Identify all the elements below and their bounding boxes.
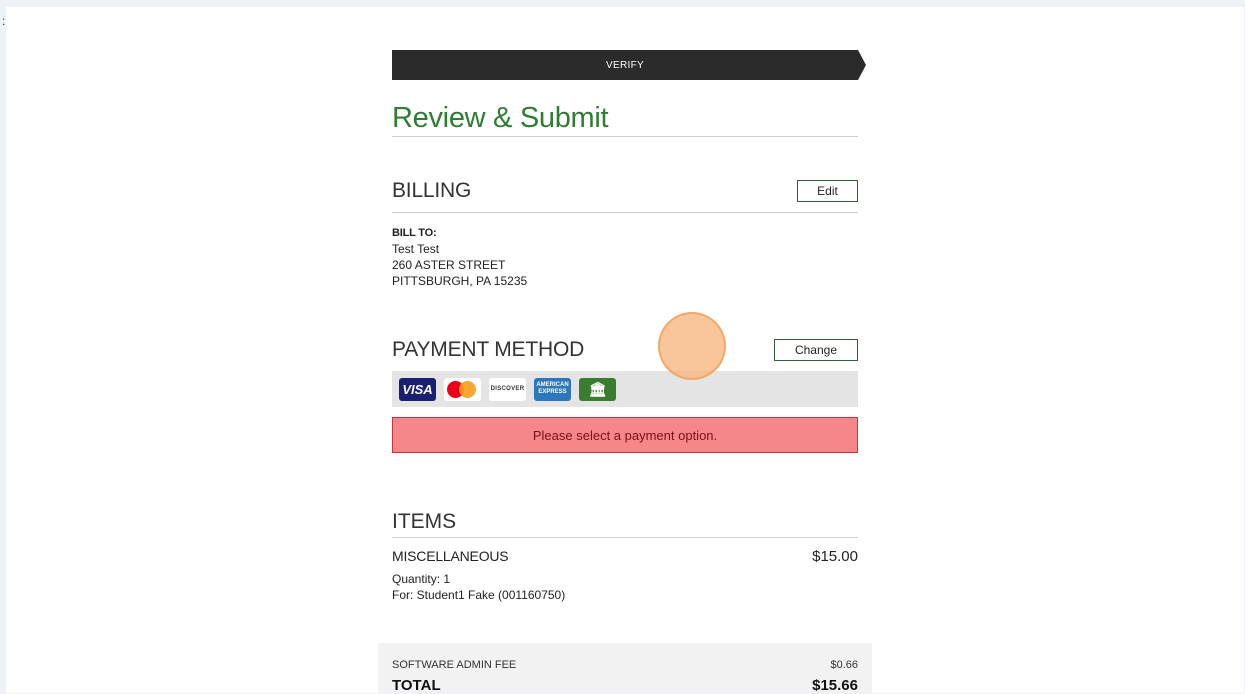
- edit-billing-button[interactable]: Edit: [797, 180, 858, 202]
- payment-error-text: Please select a payment option.: [532, 427, 718, 443]
- item-name: MISCELLANEOUS: [392, 548, 509, 564]
- list-item: MISCELLANEOUS $15.00: [392, 548, 858, 565]
- click-indicator: [658, 312, 726, 380]
- step-label: VERIFY: [606, 59, 644, 71]
- bill-to-street: 260 ASTER STREET: [392, 258, 506, 272]
- payment-title: PAYMENT METHOD: [392, 338, 585, 361]
- bill-to-address: BILL TO: Test Test 260 ASTER STREET PITT…: [392, 225, 858, 289]
- checkout-panel: VERIFY Review & Submit BILLING Edit BILL…: [392, 50, 866, 603]
- total-label: TOTAL: [392, 677, 441, 694]
- item-price: $15.00: [812, 548, 858, 565]
- payment-error-alert: Please select a payment option.: [392, 417, 858, 453]
- item-details: Quantity: 1 For: Student1 Fake (00116075…: [392, 571, 858, 603]
- page-title: Review & Submit: [392, 102, 609, 134]
- mastercard-icon[interactable]: [444, 377, 481, 401]
- billing-header: BILLING Edit: [392, 170, 858, 212]
- discover-text: DISCOVER: [490, 386, 525, 392]
- bank-glyph: 🏛: [588, 380, 607, 397]
- stray-colon: :: [2, 14, 6, 28]
- fee-row: SOFTWARE ADMIN FEE $0.66: [392, 659, 858, 671]
- fee-label: SOFTWARE ADMIN FEE: [392, 659, 517, 671]
- item-for: For: Student1 Fake (001160750): [392, 588, 566, 602]
- amex-icon[interactable]: AMERICAN EXPRESS: [534, 377, 571, 401]
- fee-value: $0.66: [830, 659, 858, 671]
- totals-panel: SOFTWARE ADMIN FEE $0.66 TOTAL $15.66: [378, 643, 872, 694]
- divider: [392, 537, 858, 538]
- billing-title: BILLING: [392, 179, 472, 202]
- bill-to-name: Test Test: [392, 242, 440, 256]
- amex-text: AMERICAN EXPRESS: [536, 382, 569, 395]
- change-payment-button[interactable]: Change: [774, 339, 858, 361]
- step-indicator: VERIFY: [392, 50, 866, 80]
- payment-options: VISA DISCOVER AMERICAN EXPRESS 🏛: [392, 371, 858, 407]
- payment-header: PAYMENT METHOD Change: [392, 329, 858, 371]
- visa-icon[interactable]: VISA: [399, 377, 436, 401]
- item-quantity: Quantity: 1: [392, 572, 451, 586]
- bank-icon[interactable]: 🏛: [579, 377, 616, 401]
- bill-to-label: BILL TO:: [392, 227, 437, 239]
- items-title: ITEMS: [392, 510, 457, 533]
- divider: [392, 212, 858, 213]
- discover-icon[interactable]: DISCOVER: [489, 377, 526, 401]
- total-row: TOTAL $15.66: [392, 677, 858, 694]
- visa-text: VISA: [402, 381, 433, 397]
- bill-to-city: PITTSBURGH, PA 15235: [392, 274, 528, 288]
- total-value: $15.66: [812, 677, 858, 694]
